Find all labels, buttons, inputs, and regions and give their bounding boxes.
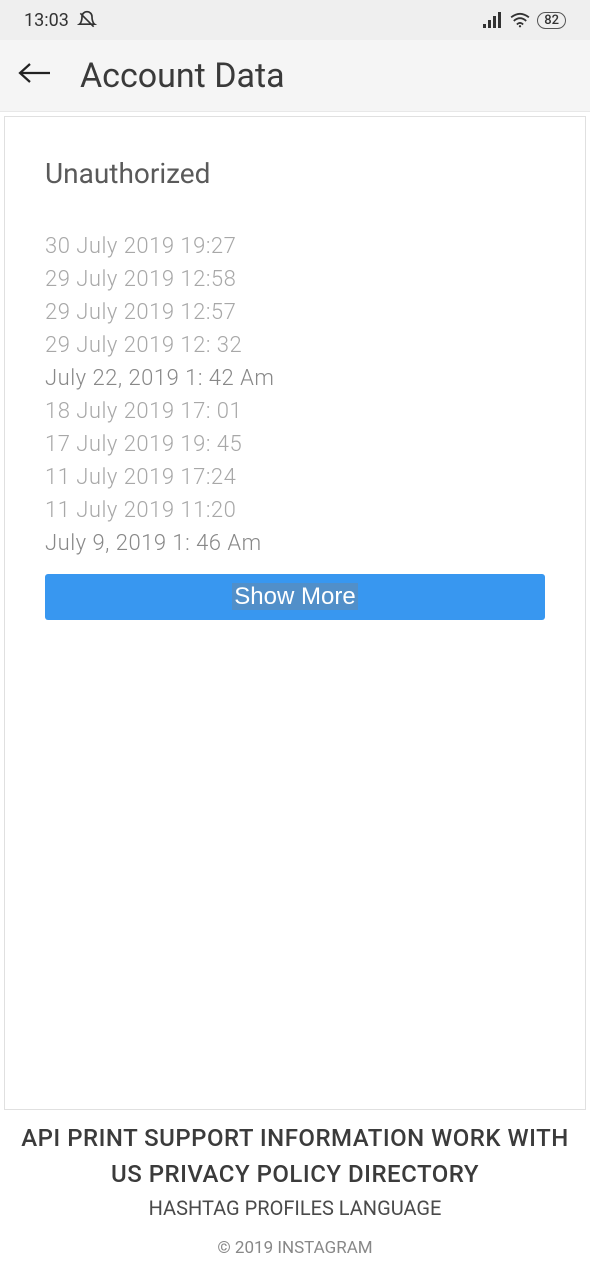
date-entry: 11 July 2019 11:20 [45,494,545,527]
date-entry: 29 July 2019 12:57 [45,296,545,329]
date-list: 30 July 2019 19:2729 July 2019 12:5829 J… [45,230,545,560]
status-bar: 13:03 82 [0,0,590,40]
footer: API PRINT SUPPORT INFORMATION WORK WITH … [0,1104,590,1280]
section-title: Unauthorized [45,157,545,190]
content-card: Unauthorized 30 July 2019 19:2729 July 2… [4,116,586,1110]
date-entry: 11 July 2019 17:24 [45,461,545,494]
date-entry: 30 July 2019 19:27 [45,230,545,263]
app-header: Account Data [0,40,590,112]
signal-icon [483,12,503,28]
wifi-icon [509,12,531,28]
date-entry: 18 July 2019 17: 01 [45,395,545,428]
back-arrow-icon[interactable] [18,61,52,91]
date-entry: July 22, 2019 1: 42 Am [45,362,545,395]
footer-links-2[interactable]: HASHTAG PROFILES LANGUAGE [10,1196,580,1220]
date-entry: 29 July 2019 12: 32 [45,329,545,362]
do-not-disturb-icon [77,10,97,30]
footer-copyright: © 2019 INSTAGRAM [10,1238,580,1258]
show-more-button[interactable]: Show More [45,574,545,620]
date-entry: 29 July 2019 12:58 [45,263,545,296]
footer-links-1[interactable]: API PRINT SUPPORT INFORMATION WORK WITH … [10,1120,580,1192]
date-entry: July 9, 2019 1: 46 Am [45,527,545,560]
page-title: Account Data [80,56,285,96]
status-time: 13:03 [24,10,69,31]
battery-indicator: 82 [537,12,566,29]
date-entry: 17 July 2019 19: 45 [45,428,545,461]
